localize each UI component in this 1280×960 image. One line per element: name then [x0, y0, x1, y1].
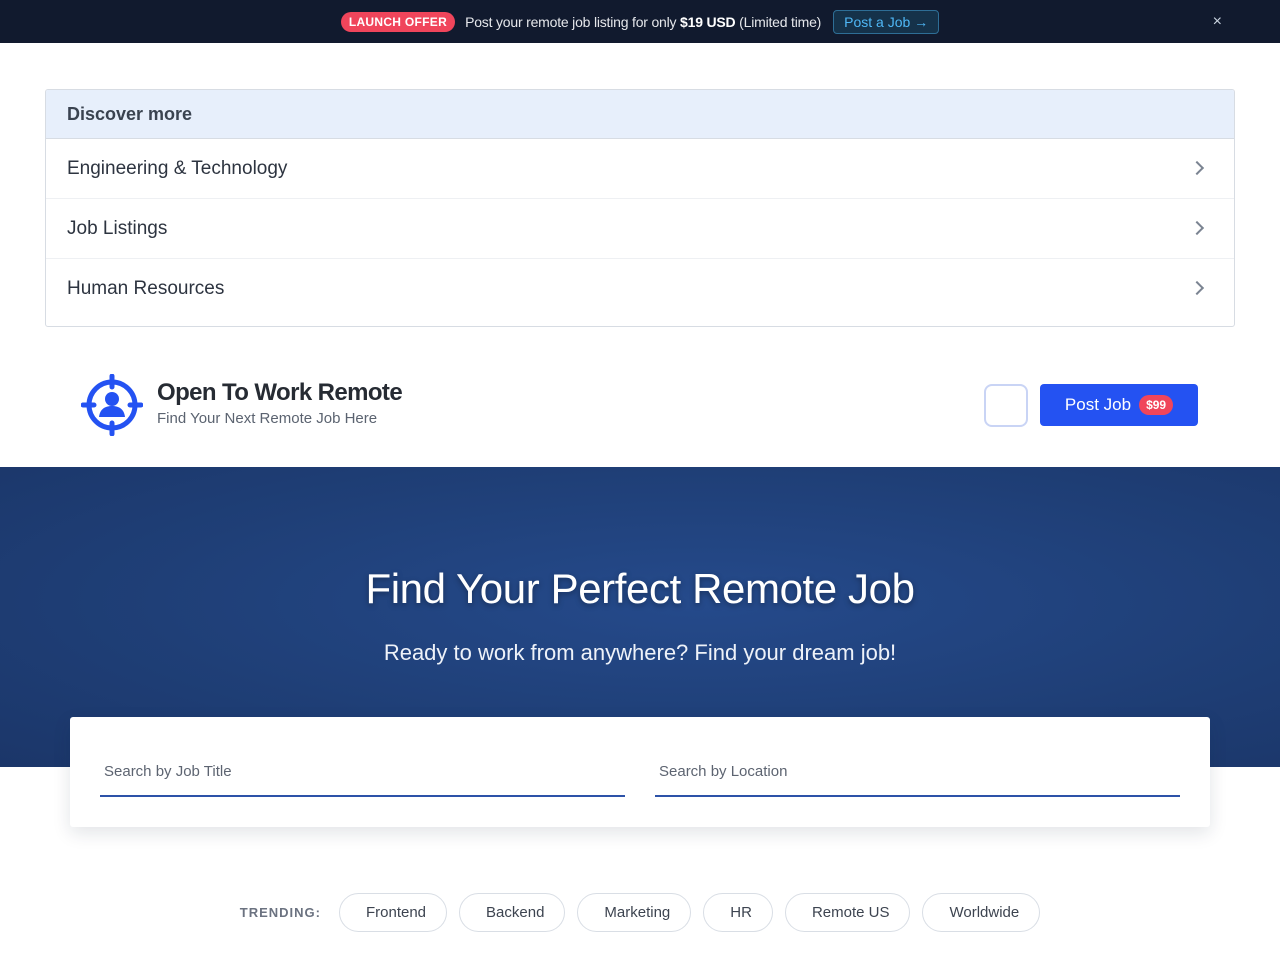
job-title-input[interactable]	[104, 763, 594, 780]
chevron-right-icon	[1189, 220, 1205, 235]
job-title-search-field[interactable]	[100, 763, 625, 797]
chip-label: Frontend	[365, 903, 427, 921]
post-job-button[interactable]: Post Job $99	[1040, 384, 1198, 426]
site-header: Open To Work Remote Find Your Next Remot…	[0, 355, 1280, 455]
discover-item-job-listings[interactable]: Job Listings	[46, 199, 1234, 259]
trending-chip-remote-us[interactable]: Remote US	[784, 892, 911, 932]
price-badge-text: $99	[1146, 398, 1167, 412]
trending-chip-worldwide[interactable]: Worldwide	[922, 892, 1041, 932]
discover-item-label: Engineering & Technology	[67, 157, 288, 179]
chip-label: Backend	[486, 903, 545, 921]
hero-title: Find Your Perfect Remote Job	[365, 565, 915, 612]
promo-text: Post your remote job listing for only $1…	[465, 14, 821, 30]
discover-item-engineering[interactable]: Engineering & Technology	[46, 139, 1234, 199]
chevron-right-icon	[1189, 280, 1205, 296]
trending-tags: TRENDING: Frontend Backend Marketing HR …	[0, 892, 1280, 932]
chip-label: Remote US	[811, 903, 890, 921]
discover-more-panel: Discover more Engineering & Technology J…	[45, 89, 1235, 327]
hero-subtitle: Ready to work from anywhere? Find your d…	[383, 640, 897, 665]
search-card	[70, 717, 1210, 827]
promo-text-before: Post your remote job listing for only	[465, 13, 681, 30]
chevron-right-icon	[1189, 160, 1205, 175]
trending-chip-frontend[interactable]: Frontend	[338, 892, 448, 932]
trending-chip-marketing[interactable]: Marketing	[577, 892, 692, 932]
promo-price: $19 USD	[680, 13, 736, 30]
discover-more-title: Discover more	[46, 90, 1234, 139]
discover-item-label: Job Listings	[67, 217, 168, 239]
close-banner-icon[interactable]: ×	[1213, 14, 1222, 30]
brand-tagline: Find Your Next Remote Job Here	[157, 410, 378, 427]
trending-chip-hr[interactable]: HR	[703, 892, 773, 932]
price-badge: $99	[1139, 395, 1174, 415]
chip-label: HR	[730, 903, 752, 921]
location-search-field[interactable]	[655, 763, 1180, 797]
trending-chip-backend[interactable]: Backend	[459, 892, 566, 932]
brand-name[interactable]: Open To Work Remote	[157, 379, 403, 407]
chip-label: Marketing	[604, 903, 671, 921]
location-input[interactable]	[659, 763, 1149, 780]
trending-label: TRENDING:	[239, 904, 321, 920]
discover-item-human-resources[interactable]: Human Resources	[46, 259, 1234, 319]
launch-offer-badge: LAUNCH OFFER	[340, 11, 456, 32]
theme-toggle-button[interactable]	[984, 384, 1028, 427]
promo-banner: LAUNCH OFFER Post your remote job listin…	[0, 0, 1280, 43]
target-user-logo-icon[interactable]	[81, 374, 143, 436]
discover-item-label: Human Resources	[67, 278, 225, 299]
post-a-job-link[interactable]: Post a Job →	[833, 9, 940, 34]
post-job-label: Post Job	[1064, 395, 1132, 414]
promo-text-after: (Limited time)	[735, 13, 822, 30]
chip-label: Worldwide	[949, 903, 1020, 921]
promo-banner-content: LAUNCH OFFER Post your remote job listin…	[340, 9, 940, 34]
